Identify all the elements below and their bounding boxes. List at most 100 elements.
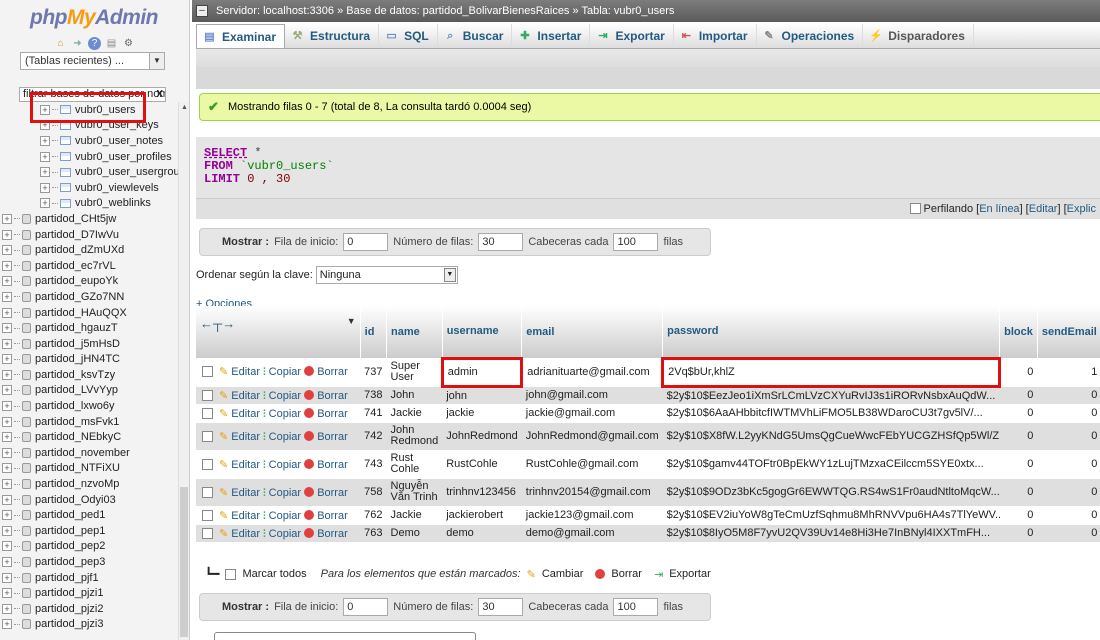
sidebar-database-item[interactable]: + partidod_nzvoMp bbox=[0, 476, 178, 492]
column-header-sendemail[interactable]: sendEmail bbox=[1037, 306, 1100, 358]
row-delete-button[interactable]: Borrar bbox=[317, 390, 348, 402]
sort-key-select[interactable]: Ninguna ▼ bbox=[315, 266, 458, 284]
sidebar-database-item[interactable]: + partidod_pep1 bbox=[0, 523, 178, 539]
profiling-checkbox[interactable] bbox=[909, 203, 921, 214]
phpmyadmin-logo[interactable]: phpMyAdmin bbox=[0, 0, 189, 34]
start-row-input[interactable]: 0 bbox=[343, 233, 389, 251]
row-copy-button[interactable]: Copiar bbox=[269, 431, 301, 443]
sidebar-database-item[interactable]: + partidod_lxwo6y bbox=[0, 398, 178, 414]
row-edit-button[interactable]: Editar bbox=[231, 431, 260, 443]
row-copy-button[interactable]: Copiar bbox=[269, 528, 301, 540]
row-copy-button[interactable]: Copiar bbox=[269, 408, 301, 420]
row-checkbox[interactable] bbox=[202, 366, 213, 378]
sidebar-database-item[interactable]: + partidod_Odyi03 bbox=[0, 492, 178, 508]
expand-icon[interactable]: + bbox=[2, 260, 12, 271]
row-edit-button[interactable]: Editar bbox=[231, 459, 260, 471]
row-edit-button[interactable]: Editar bbox=[231, 390, 260, 402]
column-menu-icon[interactable]: ▼ bbox=[347, 316, 356, 326]
expand-icon[interactable]: + bbox=[2, 354, 12, 365]
expand-icon[interactable]: + bbox=[2, 541, 12, 552]
repeat-headers-input[interactable]: 100 bbox=[613, 233, 659, 251]
expand-icon[interactable]: + bbox=[2, 572, 12, 583]
expand-icon[interactable]: + bbox=[40, 135, 50, 146]
tab-buscar[interactable]: ⌕ Buscar bbox=[438, 24, 513, 48]
expand-icon[interactable]: + bbox=[2, 557, 12, 568]
scrollbar-thumb[interactable] bbox=[180, 487, 188, 637]
row-delete-button[interactable]: Borrar bbox=[317, 408, 348, 420]
row-edit-button[interactable]: Editar bbox=[231, 528, 260, 540]
start-row-input-bottom[interactable]: 0 bbox=[343, 598, 389, 616]
expand-icon[interactable]: + bbox=[2, 276, 12, 287]
expand-icon[interactable]: + bbox=[2, 603, 12, 614]
check-all-label[interactable]: Marcar todos bbox=[242, 568, 306, 580]
row-delete-button[interactable]: Borrar bbox=[317, 510, 348, 522]
sidebar-database-item[interactable]: + partidod_NEbkyC bbox=[0, 429, 178, 445]
expand-icon[interactable]: + bbox=[40, 167, 50, 178]
expand-icon[interactable]: + bbox=[2, 385, 12, 396]
expand-icon[interactable]: + bbox=[2, 510, 12, 521]
row-checkbox[interactable] bbox=[202, 389, 213, 401]
sidebar-database-item[interactable]: + partidod_ped1 bbox=[0, 507, 178, 523]
row-edit-button[interactable]: Editar bbox=[231, 487, 260, 499]
row-delete-button[interactable]: Borrar bbox=[317, 431, 348, 443]
row-copy-button[interactable]: Copiar bbox=[269, 390, 301, 402]
sidebar-table-item[interactable]: + vubr0_weblinks bbox=[0, 196, 178, 212]
expand-icon[interactable]: + bbox=[2, 619, 12, 630]
row-edit-button[interactable]: Editar bbox=[231, 510, 260, 522]
collapse-icon[interactable]: – bbox=[196, 5, 208, 17]
expand-icon[interactable]: + bbox=[2, 416, 12, 427]
expand-icon[interactable]: + bbox=[2, 401, 12, 412]
expand-icon[interactable]: + bbox=[40, 182, 50, 193]
sidebar-table-item[interactable]: + vubr0_viewlevels bbox=[0, 180, 178, 196]
column-header-username[interactable]: username bbox=[442, 306, 523, 358]
explain-link[interactable]: Explic bbox=[1067, 203, 1096, 215]
inline-edit-link[interactable]: En línea bbox=[979, 203, 1019, 215]
edit-query-link[interactable]: Editar bbox=[1029, 203, 1058, 215]
expand-icon[interactable]: + bbox=[2, 369, 12, 380]
repeat-headers-input-bottom[interactable]: 100 bbox=[613, 598, 659, 616]
sidebar-database-item[interactable]: + partidod_november bbox=[0, 445, 178, 461]
recent-tables-select[interactable]: (Tablas recientes) ... ▼ bbox=[20, 52, 165, 70]
clear-filter-icon[interactable]: X bbox=[156, 88, 163, 101]
row-copy-button[interactable]: Copiar bbox=[269, 487, 301, 499]
logout-icon[interactable]: ➜ bbox=[71, 37, 84, 50]
expand-icon[interactable]: + bbox=[2, 432, 12, 443]
tab-insertar[interactable]: ✚ Insertar bbox=[512, 24, 591, 48]
expand-icon[interactable]: + bbox=[40, 151, 50, 162]
sidebar-database-item[interactable]: + partidod_GZo7NN bbox=[0, 289, 178, 305]
rows-count-input[interactable]: 30 bbox=[478, 233, 524, 251]
sidebar-scrollbar[interactable]: ▲ bbox=[178, 102, 189, 640]
column-header-email[interactable]: email bbox=[521, 306, 664, 358]
tab-importar[interactable]: ⇤ Importar bbox=[674, 24, 757, 48]
tab-sql[interactable]: ▭ SQL bbox=[379, 24, 438, 48]
sidebar-database-item[interactable]: + partidod_ksvTzy bbox=[0, 367, 178, 383]
expand-icon[interactable]: + bbox=[2, 307, 12, 318]
tab-disparadores[interactable]: ⚡ Disparadores bbox=[863, 24, 974, 48]
tab-examinar[interactable]: ▤ Examinar bbox=[196, 24, 286, 48]
row-delete-button[interactable]: Borrar bbox=[317, 366, 348, 378]
sidebar-database-item[interactable]: + partidod_ec7rVL bbox=[0, 258, 178, 274]
sidebar-database-item[interactable]: + partidod_j5mHsD bbox=[0, 336, 178, 352]
row-copy-button[interactable]: Copiar bbox=[269, 510, 301, 522]
bulk-change-button[interactable]: Cambiar bbox=[542, 568, 584, 580]
sidebar-database-item[interactable]: + partidod_pjf1 bbox=[0, 570, 178, 586]
expand-icon[interactable]: + bbox=[2, 588, 12, 599]
home-icon[interactable]: ⌂ bbox=[54, 37, 67, 50]
sql-select-keyword[interactable]: SELECT bbox=[204, 146, 247, 160]
sidebar-table-item[interactable]: + vubr0_user_notes bbox=[0, 133, 178, 149]
expand-icon[interactable]: + bbox=[2, 463, 12, 474]
row-checkbox[interactable] bbox=[202, 527, 213, 539]
row-checkbox[interactable] bbox=[202, 509, 213, 521]
row-delete-button[interactable]: Borrar bbox=[317, 528, 348, 540]
column-header-name[interactable]: name bbox=[386, 306, 443, 358]
help-icon[interactable]: ? bbox=[88, 36, 101, 50]
expand-icon[interactable]: + bbox=[2, 479, 12, 490]
sidebar-database-item[interactable]: + partidod_eupoYk bbox=[0, 274, 178, 290]
expand-icon[interactable]: + bbox=[2, 525, 12, 536]
expand-icon[interactable]: + bbox=[2, 323, 12, 334]
sidebar-database-item[interactable]: + partidod_hgauzT bbox=[0, 320, 178, 336]
sidebar-database-item[interactable]: + partidod_pjzi2 bbox=[0, 601, 178, 617]
row-edit-button[interactable]: Editar bbox=[231, 408, 260, 420]
sidebar-database-item[interactable]: + partidod_CHt5jw bbox=[0, 211, 178, 227]
row-copy-button[interactable]: Copiar bbox=[269, 459, 301, 471]
